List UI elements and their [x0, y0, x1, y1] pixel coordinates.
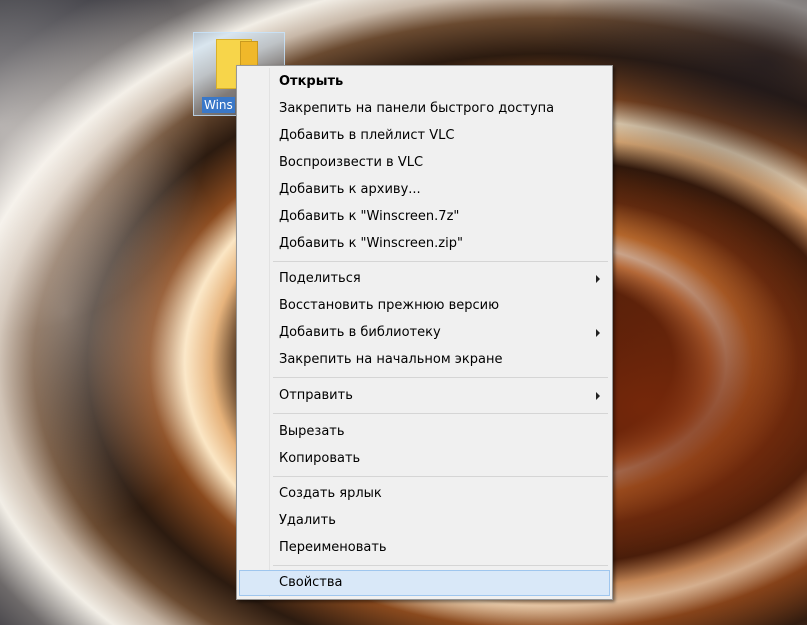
- submenu-arrow-icon: [596, 275, 600, 283]
- menu-separator: [273, 476, 608, 477]
- menu-item-add-library[interactable]: Добавить в библиотеку: [239, 320, 610, 346]
- menu-item-label: Воспроизвести в VLC: [279, 155, 424, 170]
- menu-separator: [273, 413, 608, 414]
- menu-item-label: Закрепить на начальном экране: [279, 352, 503, 367]
- menu-item-label: Открыть: [279, 74, 344, 89]
- menu-item-label: Создать ярлык: [279, 486, 382, 501]
- menu-item-copy[interactable]: Копировать: [239, 446, 610, 472]
- submenu-arrow-icon: [596, 392, 600, 400]
- menu-item-add-7z[interactable]: Добавить к "Winscreen.7z": [239, 204, 610, 230]
- menu-item-properties[interactable]: Свойства: [239, 570, 610, 596]
- menu-separator: [273, 565, 608, 566]
- menu-item-pin-quick-access[interactable]: Закрепить на панели быстрого доступа: [239, 96, 610, 122]
- menu-item-send-to[interactable]: Отправить: [239, 383, 610, 409]
- menu-item-cut[interactable]: Вырезать: [239, 419, 610, 445]
- desktop-icon-label: Wins: [202, 97, 235, 113]
- menu-item-rename[interactable]: Переименовать: [239, 535, 610, 561]
- menu-item-pin-start[interactable]: Закрепить на начальном экране: [239, 347, 610, 373]
- menu-item-label: Переименовать: [279, 540, 387, 555]
- menu-item-label: Добавить к архиву...: [279, 182, 421, 197]
- menu-separator: [273, 261, 608, 262]
- menu-item-label: Удалить: [279, 513, 336, 528]
- menu-item-label: Вырезать: [279, 424, 345, 439]
- menu-item-create-shortcut[interactable]: Создать ярлык: [239, 481, 610, 507]
- menu-item-restore-version[interactable]: Восстановить прежнюю версию: [239, 293, 610, 319]
- menu-item-play-vlc[interactable]: Воспроизвести в VLC: [239, 150, 610, 176]
- menu-item-delete[interactable]: Удалить: [239, 508, 610, 534]
- menu-item-add-zip[interactable]: Добавить к "Winscreen.zip": [239, 231, 610, 257]
- menu-item-label: Добавить в библиотеку: [279, 325, 441, 340]
- menu-item-label: Отправить: [279, 388, 353, 403]
- menu-item-label: Добавить к "Winscreen.7z": [279, 209, 460, 224]
- menu-item-add-vlc-playlist[interactable]: Добавить в плейлист VLC: [239, 123, 610, 149]
- menu-item-label: Восстановить прежнюю версию: [279, 298, 500, 313]
- submenu-arrow-icon: [596, 329, 600, 337]
- menu-item-label: Копировать: [279, 451, 361, 466]
- menu-item-label: Добавить к "Winscreen.zip": [279, 236, 463, 251]
- menu-item-share[interactable]: Поделиться: [239, 266, 610, 292]
- context-menu: Открыть Закрепить на панели быстрого дос…: [236, 65, 613, 600]
- menu-item-label: Добавить в плейлист VLC: [279, 128, 455, 143]
- menu-separator: [273, 377, 608, 378]
- menu-item-label: Поделиться: [279, 271, 361, 286]
- menu-item-open[interactable]: Открыть: [239, 69, 610, 95]
- menu-item-label: Закрепить на панели быстрого доступа: [279, 101, 555, 116]
- menu-item-add-archive[interactable]: Добавить к архиву...: [239, 177, 610, 203]
- menu-item-label: Свойства: [279, 575, 343, 590]
